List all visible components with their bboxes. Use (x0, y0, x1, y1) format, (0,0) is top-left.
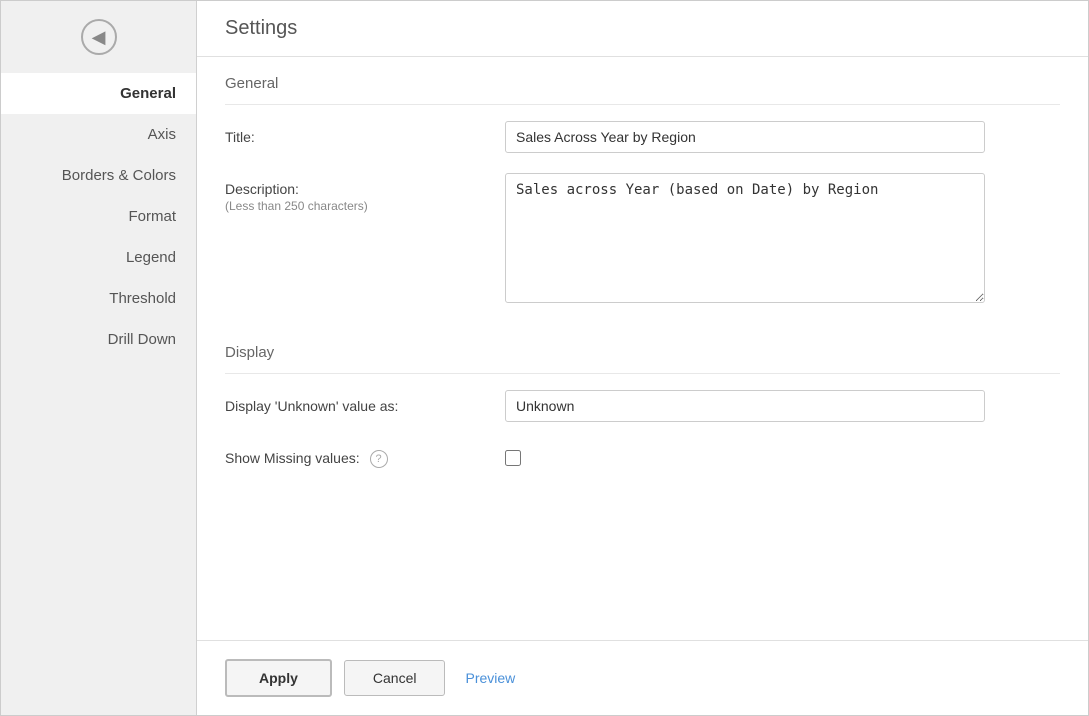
missing-values-row: Show Missing values: ? (225, 442, 1060, 468)
display-section-title: Display (225, 326, 1060, 374)
missing-help-icon[interactable]: ? (370, 450, 388, 468)
sidebar-nav: General Axis Borders & Colors Format Leg… (1, 73, 196, 360)
sidebar-item-threshold[interactable]: Threshold (1, 278, 196, 319)
sidebar-item-drill-down[interactable]: Drill Down (1, 319, 196, 360)
general-section-title: General (225, 57, 1060, 105)
missing-values-label: Show Missing values: ? (225, 442, 505, 468)
unknown-value-label: Display 'Unknown' value as: (225, 390, 505, 414)
missing-checkbox-container (505, 442, 985, 466)
back-icon: ◀ (81, 19, 117, 55)
preview-button[interactable]: Preview (457, 661, 523, 695)
unknown-value-input[interactable] (505, 390, 985, 422)
footer: Apply Cancel Preview (197, 640, 1088, 715)
description-field-wrapper (505, 173, 985, 306)
unknown-value-row: Display 'Unknown' value as: (225, 390, 1060, 422)
sidebar-item-borders-colors[interactable]: Borders & Colors (1, 155, 196, 196)
main-panel: Settings General Title: Description: (Le… (197, 1, 1088, 715)
sidebar-item-format[interactable]: Format (1, 196, 196, 237)
sidebar-item-axis[interactable]: Axis (1, 114, 196, 155)
title-row: Title: (225, 121, 1060, 153)
page-title: Settings (225, 17, 1060, 40)
title-label: Title: (225, 121, 505, 145)
sidebar: ◀ General Axis Borders & Colors Format L… (1, 1, 197, 715)
cancel-button[interactable]: Cancel (344, 660, 446, 696)
description-row: Description: (Less than 250 characters) (225, 173, 1060, 306)
content-area: General Title: Description: (Less than 2… (197, 57, 1088, 640)
description-label: Description: (Less than 250 characters) (225, 173, 505, 213)
sidebar-item-general[interactable]: General (1, 73, 196, 114)
back-button[interactable]: ◀ (1, 1, 196, 73)
apply-button[interactable]: Apply (225, 659, 332, 697)
title-field-wrapper (505, 121, 985, 153)
sidebar-item-legend[interactable]: Legend (1, 237, 196, 278)
missing-values-checkbox[interactable] (505, 450, 521, 466)
missing-values-checkbox-wrapper (505, 442, 985, 466)
title-input[interactable] (505, 121, 985, 153)
description-textarea[interactable] (505, 173, 985, 303)
unknown-value-field-wrapper (505, 390, 985, 422)
page-header: Settings (197, 1, 1088, 57)
